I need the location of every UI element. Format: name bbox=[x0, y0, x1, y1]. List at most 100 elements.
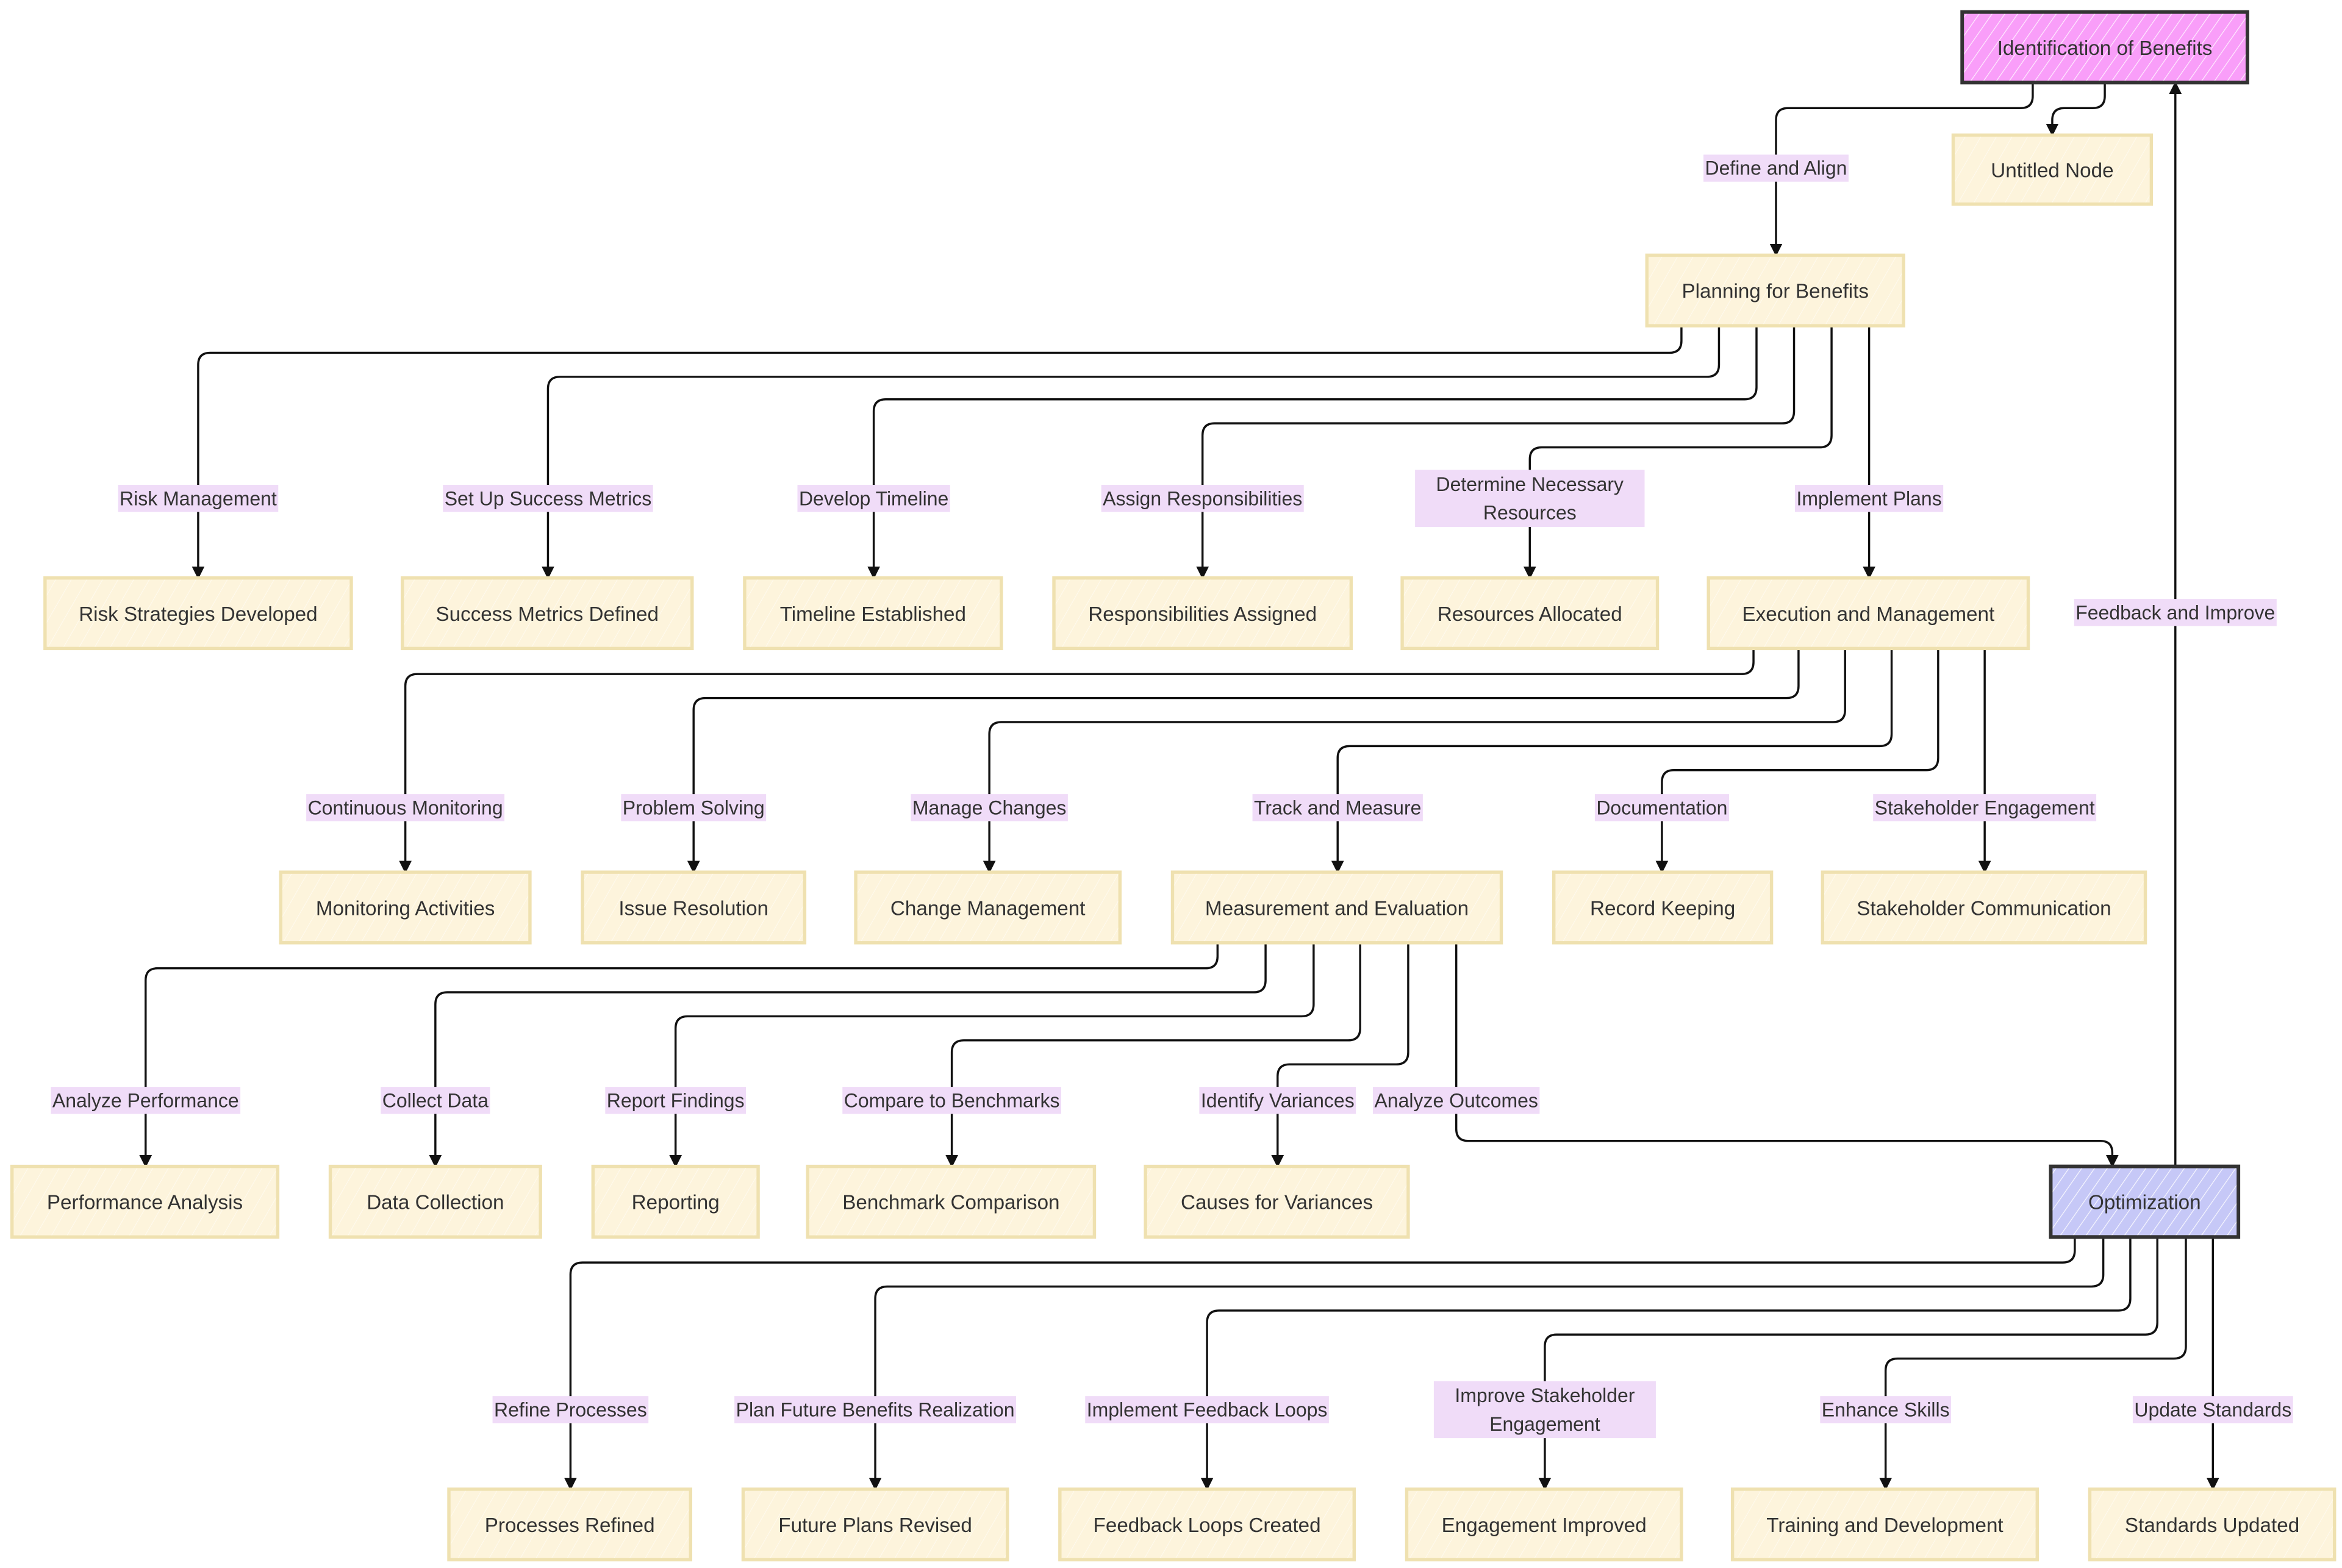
edge-label-text: Develop Timeline bbox=[799, 487, 948, 509]
edge-label-text: Implement Feedback Loops bbox=[1087, 1398, 1328, 1420]
edge-label-text: Engagement bbox=[1489, 1413, 1600, 1435]
edge-label: Update Standards bbox=[2132, 1396, 2293, 1423]
edge-label: Implement Plans bbox=[1795, 485, 1944, 512]
node-label: Resources Allocated bbox=[1438, 603, 1622, 626]
edge-optimization-to-processes bbox=[564, 1237, 2076, 1491]
edge-label: Refine Processes bbox=[492, 1396, 649, 1423]
node-label: Untitled Node bbox=[1991, 159, 2113, 182]
edge-label: Improve Stakeholder Engagement bbox=[1433, 1381, 1656, 1439]
edge-label: Implement Feedback Loops bbox=[1085, 1396, 1329, 1423]
node-untitled[interactable]: Untitled Node bbox=[1951, 133, 2154, 206]
node-risk[interactable]: Risk Strategies Developed bbox=[43, 576, 353, 651]
edge-label-text: Feedback and Improve bbox=[2075, 601, 2275, 623]
node-change[interactable]: Change Management bbox=[854, 870, 1122, 945]
node-label: Execution and Management bbox=[1742, 603, 1995, 626]
edge-label: Problem Solving bbox=[621, 794, 767, 822]
edge-label-text: Continuous Monitoring bbox=[308, 797, 503, 818]
node-execution[interactable]: Execution and Management bbox=[1706, 576, 2030, 651]
node-variances[interactable]: Causes for Variances bbox=[1144, 1164, 1410, 1239]
edge-optimization-to-training bbox=[1879, 1237, 2187, 1491]
edge-label: Set Up Success Metrics bbox=[443, 485, 653, 512]
node-data-collection[interactable]: Data Collection bbox=[328, 1164, 542, 1239]
node-standards[interactable]: Standards Updated bbox=[2088, 1487, 2337, 1562]
flowchart-canvas: Define and Align Risk Management Set Up Su… bbox=[10, 10, 2337, 1562]
node-future[interactable]: Future Plans Revised bbox=[741, 1487, 1009, 1562]
edge-planning-to-resources bbox=[1523, 326, 1833, 579]
edge-label-text: Report Findings bbox=[607, 1089, 745, 1111]
node-timeline[interactable]: Timeline Established bbox=[743, 576, 1003, 651]
edge-planning-to-metrics bbox=[542, 326, 1721, 579]
node-optimization[interactable]: Optimization bbox=[2049, 1164, 2241, 1239]
node-label: Reporting bbox=[632, 1192, 720, 1214]
node-label: Processes Refined bbox=[485, 1514, 655, 1537]
node-label: Future Plans Revised bbox=[778, 1514, 972, 1537]
edge-label: Enhance Skills bbox=[1820, 1396, 1952, 1423]
node-responsibilities[interactable]: Responsibilities Assigned bbox=[1052, 576, 1353, 651]
edge-label: Assign Responsibilities bbox=[1101, 485, 1304, 512]
node-label: Planning for Benefits bbox=[1681, 281, 1869, 303]
node-identification[interactable]: Identification of Benefits bbox=[1960, 10, 2249, 85]
node-measurement[interactable]: Measurement and Evaluation bbox=[1170, 870, 1503, 945]
edge-label-text: Define and Align bbox=[1705, 157, 1847, 179]
edge-label: Plan Future Benefits Realization bbox=[734, 1396, 1017, 1423]
node-label: Engagement Improved bbox=[1442, 1514, 1647, 1537]
node-label: Record Keeping bbox=[1590, 897, 1735, 920]
edge-optimization-to-feedback_loops bbox=[1200, 1237, 2132, 1491]
edge-label-text: Resources bbox=[1483, 502, 1577, 524]
node-label: Measurement and Evaluation bbox=[1205, 897, 1469, 920]
node-label: Causes for Variances bbox=[1181, 1192, 1373, 1214]
node-stakeholder-comm[interactable]: Stakeholder Communication bbox=[1821, 870, 2147, 945]
node-label: Performance Analysis bbox=[47, 1192, 243, 1214]
edge-label: Documentation bbox=[1594, 794, 1729, 822]
edge-execution-to-change bbox=[983, 648, 1846, 874]
node-record[interactable]: Record Keeping bbox=[1552, 870, 1774, 945]
node-benchmark[interactable]: Benchmark Comparison bbox=[806, 1164, 1097, 1239]
node-metrics[interactable]: Success Metrics Defined bbox=[400, 576, 694, 651]
node-training[interactable]: Training and Development bbox=[1730, 1487, 2039, 1562]
node-planning[interactable]: Planning for Benefits bbox=[1645, 253, 1905, 328]
node-feedback-loops[interactable]: Feedback Loops Created bbox=[1058, 1487, 1356, 1562]
edge-measurement-to-benchmark bbox=[945, 942, 1361, 1168]
edge-label: Feedback and Improve bbox=[2074, 599, 2277, 626]
node-label: Training and Development bbox=[1766, 1514, 2003, 1537]
edge-planning-to-responsibilities bbox=[1196, 326, 1796, 579]
node-reporting[interactable]: Reporting bbox=[591, 1164, 760, 1239]
edge-optimization-to-engagement bbox=[1538, 1237, 2158, 1491]
edge-measurement-to-reporting bbox=[669, 942, 1315, 1168]
edge-label: Compare to Benchmarks bbox=[842, 1087, 1061, 1114]
edge-label: Stakeholder Engagement bbox=[1873, 794, 2097, 822]
edge-label-text: Stakeholder Engagement bbox=[1875, 797, 2095, 818]
edge-label-text: Identify Variances bbox=[1201, 1089, 1355, 1111]
node-label: Risk Strategies Developed bbox=[79, 603, 317, 626]
edge-label-text: Plan Future Benefits Realization bbox=[736, 1398, 1015, 1420]
node-resources[interactable]: Resources Allocated bbox=[1400, 576, 1660, 651]
node-label: Responsibilities Assigned bbox=[1088, 603, 1317, 626]
edge-label-text: Manage Changes bbox=[912, 797, 1067, 818]
edge-identification-to-untitled bbox=[2046, 82, 2106, 137]
nodes-layer: Identification of Benefits Untitled Node P… bbox=[10, 10, 2337, 1562]
edge-label: Continuous Monitoring bbox=[306, 794, 505, 822]
edge-label: Analyze Performance bbox=[51, 1087, 241, 1114]
edge-measurement-to-data_collection bbox=[429, 942, 1267, 1168]
edge-label-text: Determine Necessary bbox=[1436, 473, 1624, 495]
node-performance[interactable]: Performance Analysis bbox=[10, 1164, 280, 1239]
edge-label-text: Problem Solving bbox=[623, 797, 765, 818]
edge-label-text: Assign Responsibilities bbox=[1103, 487, 1302, 509]
node-label: Timeline Established bbox=[780, 603, 966, 626]
node-issue[interactable]: Issue Resolution bbox=[581, 870, 807, 945]
node-monitoring[interactable]: Monitoring Activities bbox=[279, 870, 532, 945]
edge-optimization-to-future bbox=[868, 1237, 2105, 1491]
edge-label-text: Improve Stakeholder bbox=[1455, 1384, 1635, 1406]
node-engagement[interactable]: Engagement Improved bbox=[1405, 1487, 1683, 1562]
edge-label: Collect Data bbox=[381, 1087, 490, 1114]
node-label: Benchmark Comparison bbox=[842, 1192, 1059, 1214]
edge-label: Report Findings bbox=[605, 1087, 747, 1114]
edge-label: Track and Measure bbox=[1252, 794, 1423, 822]
edge-label-text: Set Up Success Metrics bbox=[445, 487, 652, 509]
edge-label-text: Track and Measure bbox=[1254, 797, 1421, 818]
node-processes[interactable]: Processes Refined bbox=[447, 1487, 693, 1562]
node-label: Success Metrics Defined bbox=[435, 603, 659, 626]
edge-label-text: Update Standards bbox=[2134, 1398, 2291, 1420]
node-label: Data Collection bbox=[367, 1192, 504, 1214]
edge-label-text: Risk Management bbox=[120, 487, 277, 509]
